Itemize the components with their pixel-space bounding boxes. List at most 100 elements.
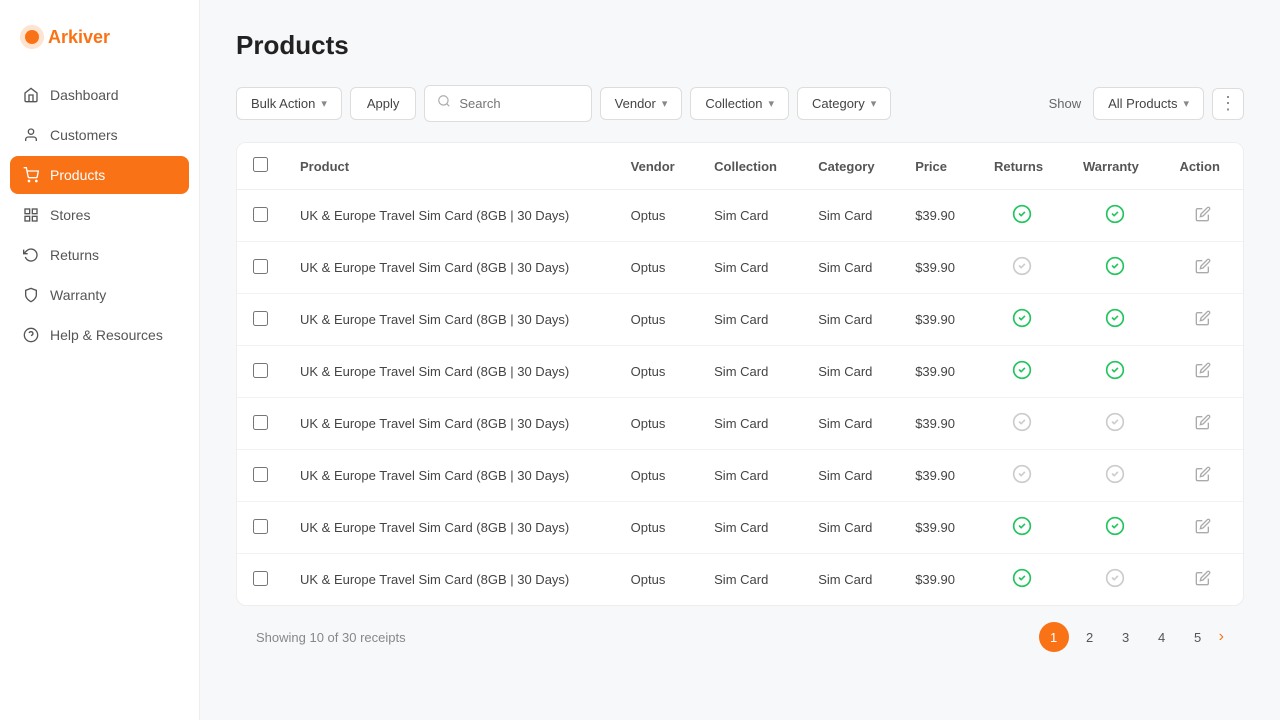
table-row: UK & Europe Travel Sim Card (8GB | 30 Da… xyxy=(237,346,1243,398)
row-price-6: $39.90 xyxy=(899,502,978,554)
toolbar: Bulk Action ▾ Apply Vendor ▾ Collection … xyxy=(236,85,1244,122)
sidebar-item-label: Dashboard xyxy=(50,87,119,103)
row-collection-3: Sim Card xyxy=(698,346,802,398)
row-collection-2: Sim Card xyxy=(698,294,802,346)
sidebar-item-label: Products xyxy=(50,167,105,183)
row-action-2[interactable] xyxy=(1163,294,1243,346)
row-returns-4 xyxy=(978,398,1067,450)
row-product-5: UK & Europe Travel Sim Card (8GB | 30 Da… xyxy=(284,450,615,502)
row-checkbox-3[interactable] xyxy=(253,363,268,378)
row-vendor-5: Optus xyxy=(615,450,699,502)
row-category-1: Sim Card xyxy=(802,242,899,294)
nav: Dashboard Customers Products Stores xyxy=(0,76,199,354)
row-vendor-7: Optus xyxy=(615,554,699,606)
table-body: UK & Europe Travel Sim Card (8GB | 30 Da… xyxy=(237,190,1243,606)
page-btn-2[interactable]: 2 xyxy=(1075,622,1105,652)
row-action-7[interactable] xyxy=(1163,554,1243,606)
apply-button[interactable]: Apply xyxy=(350,87,417,120)
row-collection-6: Sim Card xyxy=(698,502,802,554)
row-vendor-3: Optus xyxy=(615,346,699,398)
col-header-category: Category xyxy=(802,143,899,190)
row-checkbox-2[interactable] xyxy=(253,311,268,326)
category-filter-button[interactable]: Category ▾ xyxy=(797,87,891,120)
grid-icon xyxy=(22,206,40,224)
sidebar-item-stores[interactable]: Stores xyxy=(10,196,189,234)
page-btn-1[interactable]: 1 xyxy=(1039,622,1069,652)
page-btn-4[interactable]: 4 xyxy=(1147,622,1177,652)
row-action-6[interactable] xyxy=(1163,502,1243,554)
row-warranty-1 xyxy=(1067,242,1163,294)
sidebar-item-customers[interactable]: Customers xyxy=(10,116,189,154)
brand-name: Arkiver xyxy=(20,32,120,57)
row-action-0[interactable] xyxy=(1163,190,1243,242)
row-returns-1 xyxy=(978,242,1067,294)
table-footer: Showing 10 of 30 receipts 1 2 3 4 5 › xyxy=(236,606,1244,668)
svg-text:Arkiver: Arkiver xyxy=(48,27,110,47)
row-checkbox-6[interactable] xyxy=(253,519,268,534)
showing-text: Showing 10 of 30 receipts xyxy=(256,630,406,645)
row-checkbox-7[interactable] xyxy=(253,571,268,586)
table-row: UK & Europe Travel Sim Card (8GB | 30 Da… xyxy=(237,242,1243,294)
chevron-down-icon: ▾ xyxy=(662,97,668,110)
select-all-header xyxy=(237,143,284,190)
row-warranty-5 xyxy=(1067,450,1163,502)
row-action-4[interactable] xyxy=(1163,398,1243,450)
return-icon xyxy=(22,246,40,264)
sidebar-item-dashboard[interactable]: Dashboard xyxy=(10,76,189,114)
row-price-3: $39.90 xyxy=(899,346,978,398)
table-header-row: Product Vendor Collection Category Price… xyxy=(237,143,1243,190)
row-checkbox-0[interactable] xyxy=(253,207,268,222)
search-input[interactable] xyxy=(459,96,578,111)
chevron-down-icon: ▾ xyxy=(871,97,877,110)
page-btn-3[interactable]: 3 xyxy=(1111,622,1141,652)
main-content: Products Bulk Action ▾ Apply Vendor ▾ Co… xyxy=(200,0,1280,720)
row-checkbox-4[interactable] xyxy=(253,415,268,430)
row-vendor-6: Optus xyxy=(615,502,699,554)
col-header-product: Product xyxy=(284,143,615,190)
row-checkbox-1[interactable] xyxy=(253,259,268,274)
sidebar-item-returns[interactable]: Returns xyxy=(10,236,189,274)
row-checkbox-cell xyxy=(237,450,284,502)
sidebar-item-help[interactable]: Help & Resources xyxy=(10,316,189,354)
sidebar-item-label: Customers xyxy=(50,127,118,143)
col-header-action: Action xyxy=(1163,143,1243,190)
shield-icon xyxy=(22,286,40,304)
sidebar-item-products[interactable]: Products xyxy=(10,156,189,194)
help-icon xyxy=(22,326,40,344)
row-returns-2 xyxy=(978,294,1067,346)
more-options-button[interactable]: ⋮ xyxy=(1212,88,1244,120)
collection-filter-button[interactable]: Collection ▾ xyxy=(690,87,789,120)
row-returns-5 xyxy=(978,450,1067,502)
row-checkbox-5[interactable] xyxy=(253,467,268,482)
row-action-5[interactable] xyxy=(1163,450,1243,502)
col-header-warranty: Warranty xyxy=(1067,143,1163,190)
row-warranty-0 xyxy=(1067,190,1163,242)
row-product-0: UK & Europe Travel Sim Card (8GB | 30 Da… xyxy=(284,190,615,242)
select-all-checkbox[interactable] xyxy=(253,157,268,172)
row-checkbox-cell xyxy=(237,190,284,242)
col-header-vendor: Vendor xyxy=(615,143,699,190)
row-action-3[interactable] xyxy=(1163,346,1243,398)
page-btn-5[interactable]: 5 xyxy=(1183,622,1213,652)
row-product-2: UK & Europe Travel Sim Card (8GB | 30 Da… xyxy=(284,294,615,346)
row-price-5: $39.90 xyxy=(899,450,978,502)
row-collection-0: Sim Card xyxy=(698,190,802,242)
row-category-4: Sim Card xyxy=(802,398,899,450)
next-page-button[interactable]: › xyxy=(1219,628,1224,646)
row-product-1: UK & Europe Travel Sim Card (8GB | 30 Da… xyxy=(284,242,615,294)
search-icon xyxy=(437,94,451,113)
row-price-7: $39.90 xyxy=(899,554,978,606)
row-collection-4: Sim Card xyxy=(698,398,802,450)
table-row: UK & Europe Travel Sim Card (8GB | 30 Da… xyxy=(237,450,1243,502)
row-checkbox-cell xyxy=(237,554,284,606)
bulk-action-button[interactable]: Bulk Action ▾ xyxy=(236,87,342,120)
sidebar-item-label: Returns xyxy=(50,247,99,263)
row-checkbox-cell xyxy=(237,346,284,398)
sidebar-item-warranty[interactable]: Warranty xyxy=(10,276,189,314)
sidebar-item-label: Help & Resources xyxy=(50,327,163,343)
vendor-filter-button[interactable]: Vendor ▾ xyxy=(600,87,683,120)
row-action-1[interactable] xyxy=(1163,242,1243,294)
row-category-7: Sim Card xyxy=(802,554,899,606)
all-products-button[interactable]: All Products ▾ xyxy=(1093,87,1204,120)
user-icon xyxy=(22,126,40,144)
